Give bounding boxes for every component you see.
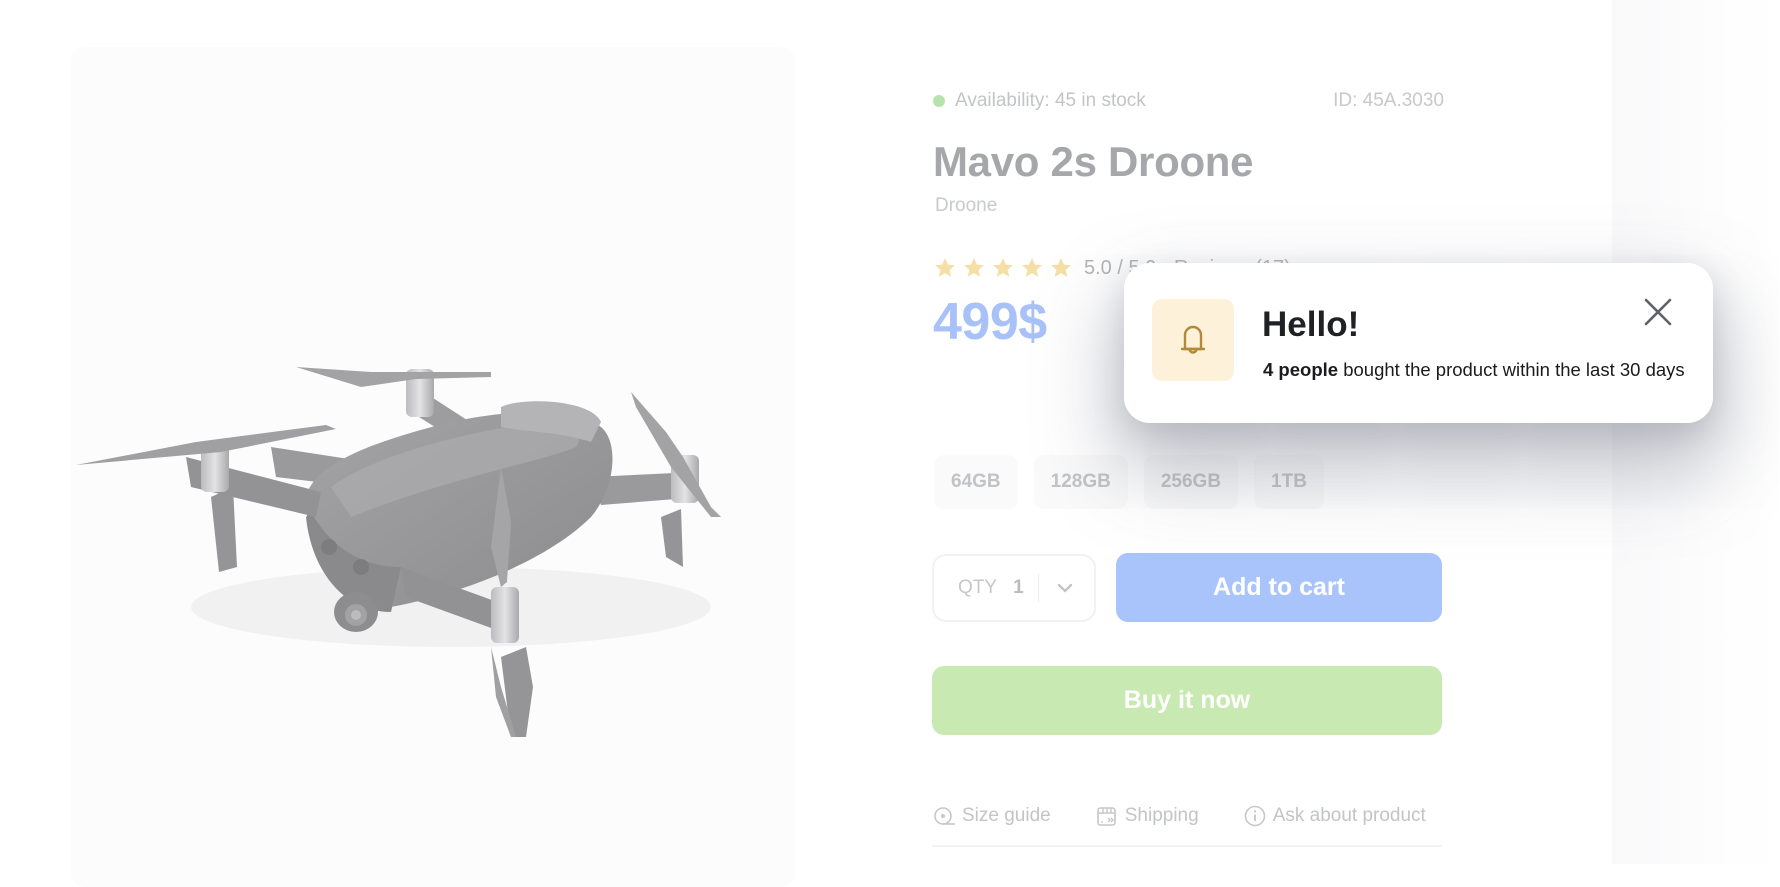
storage-option-64gb[interactable]: 64GB: [934, 455, 1018, 509]
buy-now-button[interactable]: Buy it now: [932, 666, 1442, 735]
quantity-divider: [1037, 574, 1039, 602]
page-edge-band: [1612, 0, 1780, 864]
size-guide-label: Size guide: [962, 805, 1051, 826]
shipping-link[interactable]: Shipping: [1095, 804, 1199, 828]
notification-count: 4 people: [1263, 359, 1339, 380]
in-stock-dot: [933, 95, 945, 107]
size-guide-link[interactable]: Size guide: [932, 804, 1051, 828]
storage-option-256gb[interactable]: 256GB: [1143, 455, 1239, 509]
shipping-label: Shipping: [1124, 805, 1199, 826]
close-icon[interactable]: [1641, 295, 1675, 329]
availability-status: Availability: 45 in stock: [933, 90, 1146, 112]
notification-text: bought the product within the last 30 da…: [1338, 359, 1685, 380]
add-to-cart-button[interactable]: Add to cart: [1116, 553, 1442, 622]
star-icon: [935, 258, 955, 277]
notification-message: 4 people bought the product within the l…: [1263, 359, 1685, 381]
star-icon: [964, 258, 984, 277]
links-divider: [932, 845, 1442, 847]
storage-options: 64GB 128GB 256GB 1TB: [934, 455, 1324, 509]
quantity-label: QTY: [958, 577, 998, 598]
quantity-select[interactable]: QTY 1: [932, 554, 1096, 622]
storage-option-128gb[interactable]: 128GB: [1033, 455, 1128, 509]
notification-title: Hello!: [1262, 305, 1360, 344]
star-icon: [993, 258, 1013, 277]
bell-icon: [1180, 325, 1206, 354]
star-icon: [1022, 258, 1042, 277]
product-id: ID: 45A.3030: [1333, 90, 1444, 111]
storage-option-1tb[interactable]: 1TB: [1254, 455, 1324, 509]
chevron-down-icon[interactable]: [1055, 578, 1075, 598]
product-links: Size guide Shipping Ask about product: [932, 804, 1426, 828]
product-image-card: [71, 47, 795, 887]
product-title: Mavo 2s Droone: [933, 138, 1254, 185]
quantity-value: 1: [1013, 577, 1024, 598]
product-price: 499$: [933, 293, 1047, 351]
ask-about-product-label: Ask about product: [1272, 805, 1426, 826]
product-category: Droone: [935, 195, 998, 216]
tape-measure-icon: [934, 807, 955, 825]
info-icon: [1244, 805, 1265, 827]
star-icon: [1051, 258, 1071, 277]
drone-photo: [76, 367, 721, 737]
ask-about-product-link[interactable]: Ask about product: [1243, 804, 1426, 828]
shipping-icon: [1096, 807, 1116, 826]
notification-popup: Hello! 4 people bought the product withi…: [1124, 263, 1713, 423]
availability-text: Availability: 45 in stock: [955, 90, 1146, 111]
notification-icon-box: [1152, 299, 1234, 381]
